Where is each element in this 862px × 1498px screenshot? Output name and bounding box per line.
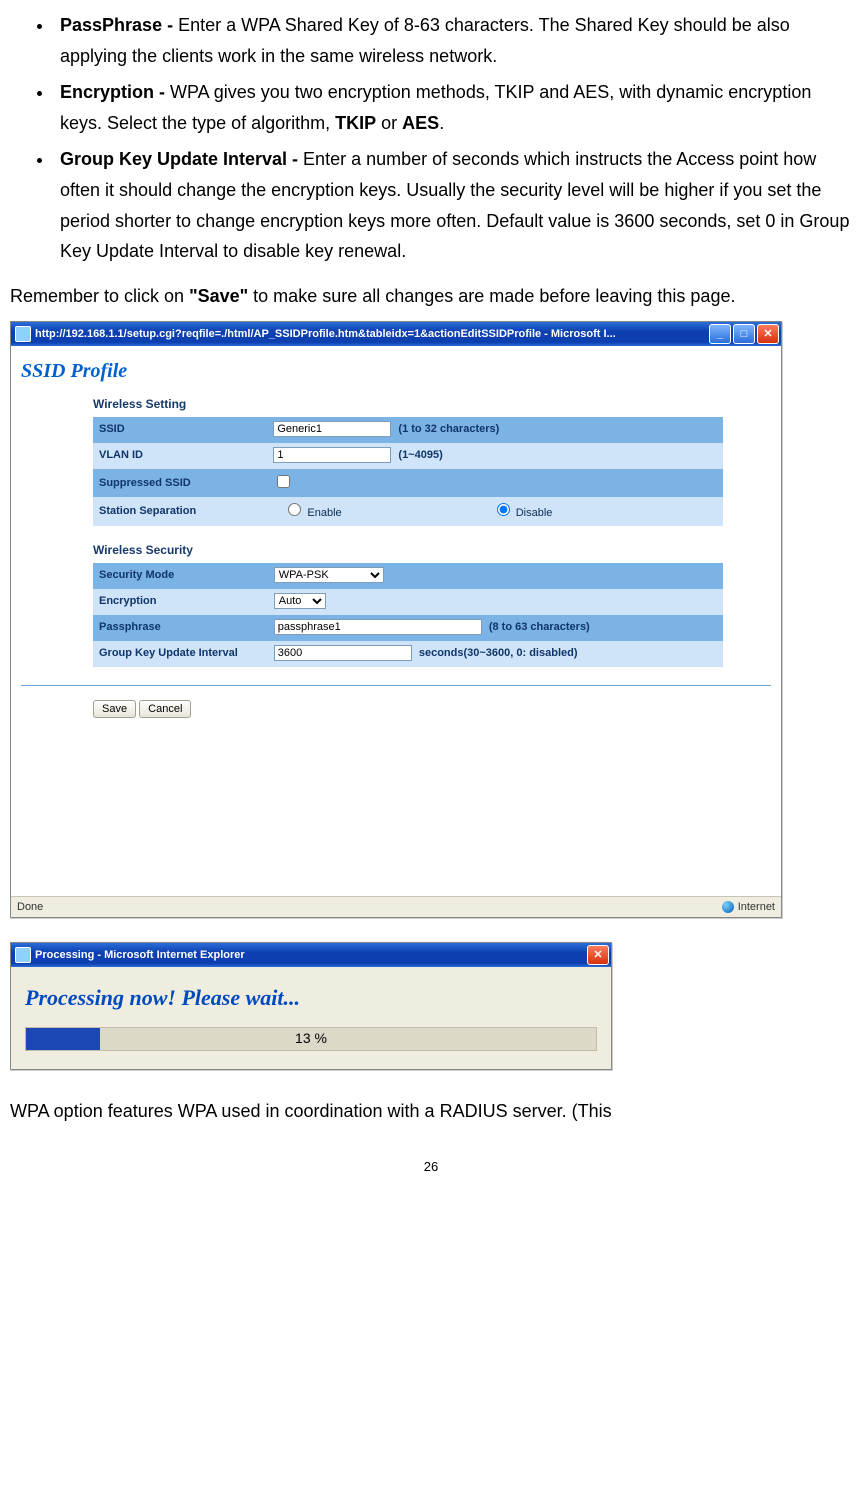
progress-label: 13 % xyxy=(26,1027,596,1051)
page-icon xyxy=(15,947,31,963)
ssid-label: SSID xyxy=(93,417,267,443)
grp-input[interactable] xyxy=(274,645,412,661)
row-vlan: VLAN ID (1~4095) xyxy=(93,443,723,469)
proc-body: Processing now! Please wait... 13 % xyxy=(11,967,611,1068)
minimize-button[interactable]: _ xyxy=(709,324,731,344)
row-group-key: Group Key Update Interval seconds(30~360… xyxy=(93,641,723,667)
ssid-hint: (1 to 32 characters) xyxy=(398,423,499,435)
term: PassPhrase - xyxy=(60,15,178,35)
grp-label: Group Key Update Interval xyxy=(93,641,268,667)
row-ssid: SSID (1 to 32 characters) xyxy=(93,417,723,443)
save-word: "Save" xyxy=(189,286,248,306)
suppressed-checkbox[interactable] xyxy=(277,475,290,488)
processing-window: Processing - Microsoft Internet Explorer… xyxy=(10,942,612,1069)
status-left: Done xyxy=(17,898,43,917)
save-button[interactable]: Save xyxy=(93,700,136,718)
proc-heading: Processing now! Please wait... xyxy=(25,979,597,1016)
suppressed-label: Suppressed SSID xyxy=(93,469,267,498)
statusbar: Done Internet xyxy=(11,896,781,917)
enc-select[interactable]: Auto xyxy=(274,593,326,609)
close-button[interactable]: ✕ xyxy=(757,324,779,344)
row-separation: Station Separation Enable Disable xyxy=(93,497,723,526)
zone-label: Internet xyxy=(738,898,775,917)
page-icon xyxy=(15,326,31,342)
maximize-button[interactable]: □ xyxy=(733,324,755,344)
wireless-security-table: Security Mode WPA-PSK Encryption Auto Pa… xyxy=(93,563,723,667)
section-wireless-setting: Wireless Setting xyxy=(93,394,771,414)
row-suppressed: Suppressed SSID xyxy=(93,469,723,498)
pass-hint: (8 to 63 characters) xyxy=(489,621,590,633)
vlan-label: VLAN ID xyxy=(93,443,267,469)
cancel-button[interactable]: Cancel xyxy=(139,700,191,718)
window-title: http://192.168.1.1/setup.cgi?reqfile=./h… xyxy=(35,325,709,344)
divider xyxy=(21,685,771,686)
enc-label: Encryption xyxy=(93,589,268,615)
separation-label: Station Separation xyxy=(93,497,267,526)
row-security-mode: Security Mode WPA-PSK xyxy=(93,563,723,589)
globe-icon xyxy=(722,901,734,913)
grp-hint: seconds(30~3600, 0: disabled) xyxy=(419,647,578,659)
disable-option[interactable]: Disable xyxy=(492,500,553,523)
pass-label: Passphrase xyxy=(93,615,268,641)
ssid-input[interactable] xyxy=(273,421,391,437)
mode-label: Security Mode xyxy=(93,563,268,589)
disable-radio[interactable] xyxy=(497,503,510,516)
bullet-passphrase: PassPhrase - Enter a WPA Shared Key of 8… xyxy=(54,10,852,71)
row-passphrase: Passphrase (8 to 63 characters) xyxy=(93,615,723,641)
page-title: SSID Profile xyxy=(21,354,771,388)
aes: AES xyxy=(402,113,439,133)
pass-input[interactable] xyxy=(274,619,482,635)
row-encryption: Encryption Auto xyxy=(93,589,723,615)
proc-title: Processing - Microsoft Internet Explorer xyxy=(35,946,587,965)
tail-paragraph: WPA option features WPA used in coordina… xyxy=(10,1096,852,1127)
mode-select[interactable]: WPA-PSK xyxy=(274,567,384,583)
pre: Remember to click on xyxy=(10,286,189,306)
status-zone: Internet xyxy=(722,898,775,917)
enable-radio[interactable] xyxy=(288,503,301,516)
page-number: 26 xyxy=(10,1156,852,1178)
vlan-input[interactable] xyxy=(273,447,391,463)
post: . xyxy=(439,113,444,133)
wireless-setting-table: SSID (1 to 32 characters) VLAN ID (1~409… xyxy=(93,417,723,526)
remember-paragraph: Remember to click on "Save" to make sure… xyxy=(10,281,852,312)
bullet-encryption: Encryption - WPA gives you two encryptio… xyxy=(54,77,852,138)
ie-window-ssid-profile: http://192.168.1.1/setup.cgi?reqfile=./h… xyxy=(10,321,782,918)
window-body: SSID Profile Wireless Setting SSID (1 to… xyxy=(11,346,781,896)
term: Encryption - xyxy=(60,82,170,102)
tkip: TKIP xyxy=(335,113,376,133)
proc-close-button[interactable]: ✕ xyxy=(587,945,609,965)
mid: or xyxy=(376,113,402,133)
bullet-group-key: Group Key Update Interval - Enter a numb… xyxy=(54,144,852,266)
post: to make sure all changes are made before… xyxy=(248,286,735,306)
definition-list: PassPhrase - Enter a WPA Shared Key of 8… xyxy=(10,10,852,267)
proc-titlebar: Processing - Microsoft Internet Explorer… xyxy=(11,943,611,967)
progress-bar: 13 % xyxy=(25,1027,597,1051)
vlan-hint: (1~4095) xyxy=(398,449,442,461)
titlebar: http://192.168.1.1/setup.cgi?reqfile=./h… xyxy=(11,322,781,346)
term: Group Key Update Interval - xyxy=(60,149,303,169)
section-wireless-security: Wireless Security xyxy=(93,540,771,560)
enable-option[interactable]: Enable xyxy=(283,500,341,523)
